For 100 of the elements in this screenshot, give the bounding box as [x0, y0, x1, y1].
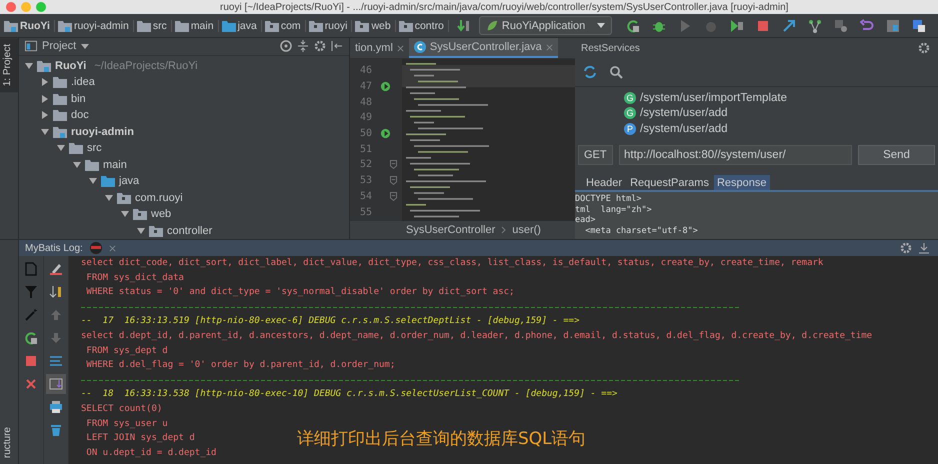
- minimize-icon[interactable]: [918, 242, 930, 254]
- settings-icon[interactable]: [314, 40, 326, 52]
- caret-icon[interactable]: [81, 44, 90, 49]
- structure-tool-tab[interactable]: ructure: [0, 420, 18, 464]
- breadcrumb-item[interactable]: com: [264, 20, 306, 32]
- tree-item[interactable]: controller: [167, 224, 212, 237]
- run-configuration-dropdown[interactable]: RuoYiApplication: [478, 16, 612, 35]
- close-icon[interactable]: [546, 44, 553, 50]
- endpoint-item[interactable]: /system/user/importTemplate: [640, 92, 787, 104]
- project-view-dropdown[interactable]: Project: [42, 40, 76, 52]
- breadcrumb-item[interactable]: RuoYi: [4, 20, 55, 32]
- send-button[interactable]: Send: [858, 145, 935, 165]
- folder-icon: [53, 109, 67, 122]
- stop-icon[interactable]: [24, 354, 38, 368]
- breadcrumb-item[interactable]: java: [222, 20, 262, 32]
- trash-icon[interactable]: [49, 423, 63, 437]
- tree-item[interactable]: ruoyi-admin: [71, 126, 134, 138]
- breadcrumb-item[interactable]: main: [174, 20, 219, 32]
- response-line: DOCTYPE html>: [575, 194, 643, 204]
- code-breadcrumb[interactable]: user(): [512, 224, 541, 236]
- expand-arrow-icon[interactable]: [41, 78, 49, 86]
- run-gutter-icon[interactable]: [380, 81, 391, 92]
- expand-arrow-icon[interactable]: [89, 177, 97, 186]
- folder-icon: [85, 158, 99, 171]
- eraser-icon[interactable]: [49, 262, 63, 276]
- refresh-icon[interactable]: [583, 65, 597, 79]
- fold-marker-icon[interactable]: [390, 176, 397, 186]
- close-icon[interactable]: [24, 377, 38, 391]
- breadcrumb-item[interactable]: web: [355, 20, 396, 32]
- hide-panel-icon[interactable]: [331, 40, 343, 52]
- editor-tab[interactable]: SysUserController.java: [408, 38, 558, 58]
- folder-icon: [53, 92, 67, 105]
- expand-arrow-icon[interactable]: [41, 128, 49, 136]
- sort-down-icon[interactable]: [49, 285, 63, 299]
- folder-icon: [398, 20, 413, 32]
- target-icon[interactable]: [280, 40, 292, 52]
- breadcrumb-item[interactable]: src: [136, 20, 172, 32]
- breadcrumb-item[interactable]: ruoyi-admin: [58, 20, 134, 32]
- revert-icon[interactable]: [860, 18, 874, 32]
- close-icon[interactable]: [396, 44, 404, 52]
- project-path: ~/IdeaProjects/RuoYi: [94, 60, 198, 72]
- tree-item[interactable]: .idea: [71, 76, 95, 88]
- tree-item[interactable]: web: [151, 208, 172, 220]
- folder-icon: [149, 224, 163, 237]
- caret-icon: [597, 23, 606, 28]
- expand-arrow-icon[interactable]: [73, 160, 81, 169]
- run-gutter-icon[interactable]: [380, 128, 391, 140]
- editor-tab[interactable]: tion.yml: [350, 38, 409, 58]
- sql-line: WHERE d.del_flag = '0' order by d.parent_id, d.order_num;: [85, 359, 396, 372]
- endpoint-item[interactable]: /system/user/add: [640, 123, 728, 136]
- rerun-icon[interactable]: [24, 331, 38, 345]
- breadcrumb-item[interactable]: ruoyi: [308, 20, 352, 32]
- rerun-icon[interactable]: [626, 18, 640, 32]
- expand-arrow-icon[interactable]: [41, 94, 49, 103]
- caption-text: 详细打印出后台查询的数据库SQL语句: [297, 428, 586, 450]
- folder-icon: [117, 192, 131, 204]
- settings-icon[interactable]: [918, 42, 930, 54]
- http-method-badge: P: [624, 123, 636, 136]
- branch-icon[interactable]: [808, 18, 822, 32]
- soft-wrap-icon[interactable]: [49, 354, 63, 368]
- search-icon[interactable]: [609, 65, 623, 79]
- method-dropdown[interactable]: GET: [578, 145, 613, 165]
- tree-item[interactable]: bin: [71, 92, 86, 105]
- code-breadcrumb[interactable]: SysUserController: [406, 224, 496, 236]
- folder-icon: [355, 20, 370, 32]
- expand-arrow-icon[interactable]: [41, 111, 49, 120]
- tree-item[interactable]: com.ruoyi: [135, 192, 183, 204]
- coverage-run-icon[interactable]: [730, 18, 744, 32]
- folder-icon: [69, 142, 83, 154]
- response-tab[interactable]: Response: [714, 175, 770, 190]
- response-tab[interactable]: Header: [583, 175, 626, 190]
- close-window-button[interactable]: [6, 2, 16, 12]
- debug-log-line: -- 18 16:33:13.538 [http-nio-80-exec-10] DEBUG c.r.s.m.S.selectUserList_COUNT - [debug,159] - ==>: [81, 388, 618, 402]
- tree-item[interactable]: main: [103, 158, 127, 171]
- fold-marker-icon[interactable]: [390, 160, 397, 170]
- breadcrumb-item[interactable]: contro: [398, 20, 449, 32]
- expand-arrow-icon[interactable]: [137, 226, 145, 235]
- endpoint-item[interactable]: /system/user/add: [640, 107, 728, 120]
- sql-line: FROM sys_dict_data: [85, 272, 184, 285]
- collapse-all-icon[interactable]: [297, 40, 309, 52]
- url-field[interactable]: http://localhost:80//system/user/: [619, 145, 852, 165]
- folder-icon: [58, 20, 72, 32]
- tree-item[interactable]: RuoYi: [55, 60, 86, 72]
- tree-item[interactable]: doc: [71, 109, 89, 122]
- tree-item[interactable]: java: [119, 175, 140, 188]
- fold-marker-icon[interactable]: [390, 192, 397, 201]
- expand-arrow-icon[interactable]: [25, 62, 33, 70]
- close-icon[interactable]: [108, 244, 116, 252]
- tree-item[interactable]: src: [87, 142, 102, 154]
- settings-icon[interactable]: [900, 242, 912, 254]
- download-arrow-icon[interactable]: [456, 18, 471, 32]
- expand-arrow-icon[interactable]: [57, 144, 65, 152]
- expand-arrow-icon[interactable]: [105, 194, 113, 202]
- stop-icon[interactable]: [756, 18, 770, 32]
- scroll-to-end-icon[interactable]: [49, 377, 63, 391]
- vcs-update-icon[interactable]: [782, 18, 796, 32]
- project-tool-tab[interactable]: 1: Project: [0, 38, 18, 92]
- response-tab[interactable]: RequestParams: [627, 175, 712, 190]
- print-icon[interactable]: [49, 400, 63, 414]
- expand-arrow-icon[interactable]: [121, 210, 129, 218]
